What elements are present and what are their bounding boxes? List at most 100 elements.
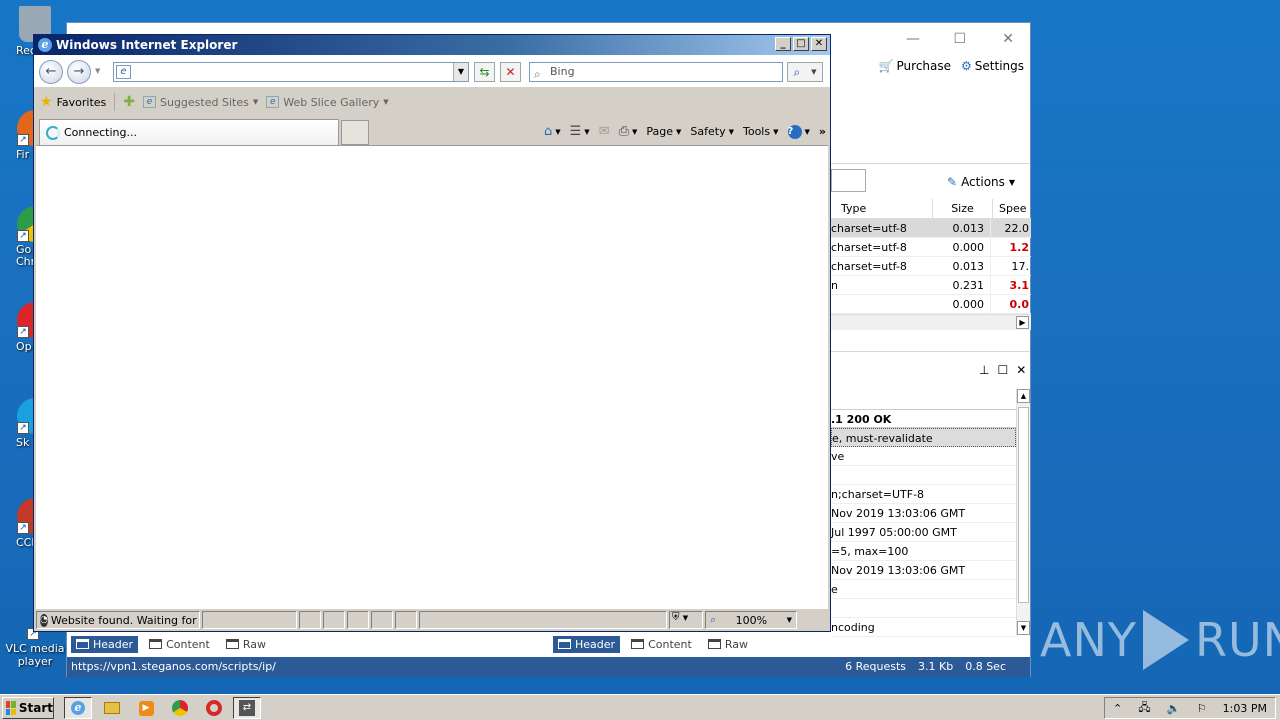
list-item[interactable] (831, 599, 1016, 618)
list-item[interactable]: e (831, 580, 1016, 599)
table-row[interactable]: n 0.231 3.1 (831, 276, 1031, 295)
minimize-button[interactable]: _ (775, 37, 791, 51)
tab-raw[interactable]: Raw (703, 636, 753, 653)
table-icon (631, 639, 645, 649)
folder-icon (104, 702, 120, 714)
list-item[interactable] (831, 466, 1016, 485)
network-icon[interactable]: 🖧 (1138, 699, 1150, 718)
table-row[interactable]: charset=utf-8 0.013 17. (831, 257, 1031, 276)
table-row[interactable]: 0.000 0.0 (831, 295, 1031, 314)
tab-header[interactable]: Header (553, 635, 621, 653)
chevron-right-icon[interactable]: ▶ (1016, 316, 1029, 329)
taskbar-explorer-button[interactable] (98, 697, 126, 719)
settings-button[interactable]: ⚙ Settings (961, 59, 1024, 73)
list-item[interactable]: ncoding (831, 618, 1016, 637)
print-button[interactable]: ⎙ ▼ (619, 124, 638, 139)
read-mail-button[interactable]: ✉ (599, 124, 610, 139)
add-favorite-button[interactable]: ✚ (123, 94, 135, 110)
list-item[interactable]: n;charset=UTF-8 (831, 485, 1016, 504)
home-button[interactable]: ⌂ ▼ (544, 124, 561, 139)
taskbar-debugger-button[interactable]: ⇄ (233, 697, 261, 719)
taskbar-opera-button[interactable] (200, 697, 228, 719)
tab-header[interactable]: Header (71, 635, 139, 653)
maximize-button[interactable]: □ (793, 37, 809, 51)
maximize-icon[interactable]: ☐ (953, 31, 966, 47)
cell-speed: 17. (1011, 260, 1030, 273)
table-row[interactable]: charset=utf-8 0.013 22.0 (831, 219, 1031, 238)
overflow-chevron-icon[interactable]: » (819, 125, 826, 138)
tab-raw[interactable]: Raw (221, 636, 271, 653)
column-type[interactable]: Type (831, 199, 933, 218)
tools-menu[interactable]: Tools ▼ (743, 125, 779, 138)
close-icon[interactable]: ✕ (1016, 363, 1026, 377)
horizontal-scrollbar[interactable]: ▶ (831, 314, 1031, 330)
list-item[interactable]: Nov 2019 13:03:06 GMT (831, 561, 1016, 580)
chevron-up-icon[interactable]: ▲ (1017, 389, 1030, 403)
vertical-scrollbar[interactable]: ▲ ▼ (1016, 389, 1030, 635)
refresh-button[interactable]: ⇆ (474, 62, 495, 82)
taskbar-chrome-button[interactable] (166, 697, 194, 719)
system-tray: ⌃ 🖧 🔈 ⚐ 1:03 PM (1104, 697, 1276, 719)
table-row[interactable]: charset=utf-8 0.000 1.2 (831, 238, 1031, 257)
recent-pages-dropdown[interactable]: ▼ (95, 67, 100, 75)
new-tab-button[interactable] (341, 120, 369, 145)
address-bar[interactable]: e ▼ (113, 62, 469, 82)
back-button[interactable]: ← (39, 60, 63, 84)
search-button[interactable]: ⌕ ▼ (787, 62, 823, 82)
start-button[interactable]: Start (2, 697, 54, 719)
tab-content[interactable]: Content (626, 636, 697, 653)
cell-speed: 22.0 (1004, 222, 1030, 235)
zoom-button[interactable]: ⌕ 100% ▼ (705, 611, 797, 629)
search-input[interactable]: ⌕ Bing (529, 62, 783, 82)
pane-controls: ⊥ ☐ ✕ (979, 363, 1026, 377)
web-slice-gallery-link[interactable]: e Web Slice Gallery ▼ (266, 96, 389, 109)
tab-label: Connecting... (64, 126, 137, 139)
taskbar-ie-button[interactable]: e (64, 697, 92, 719)
page-menu[interactable]: Page ▼ (646, 125, 681, 138)
status-cell (371, 611, 393, 629)
cell-type: charset=utf-8 (831, 241, 907, 254)
volume-icon[interactable]: 🔈 (1167, 702, 1181, 715)
safety-menu[interactable]: Safety ▼ (690, 125, 734, 138)
maximize-icon[interactable]: ☐ (997, 363, 1008, 377)
scroll-thumb[interactable] (1018, 407, 1029, 603)
page-content-area[interactable] (36, 145, 828, 609)
forward-button[interactable]: → (67, 60, 91, 84)
list-item[interactable]: Nov 2019 13:03:06 GMT (831, 504, 1016, 523)
safety-menu-label: Safety (690, 125, 726, 138)
list-item[interactable]: .1 200 OK (831, 409, 1016, 428)
address-dropdown-button[interactable]: ▼ (453, 63, 468, 81)
ie-page-icon: e (266, 96, 280, 108)
favorites-button[interactable]: ★ Favorites (40, 94, 106, 110)
protected-mode-button[interactable]: ⛨ ▼ (669, 611, 703, 629)
close-button[interactable]: ✕ (811, 37, 827, 51)
actions-button[interactable]: ✎ Actions ▼ (947, 175, 1015, 189)
filter-input[interactable] (831, 169, 866, 192)
chevron-down-icon[interactable]: ▼ (1017, 621, 1030, 635)
clock[interactable]: 1:03 PM (1223, 702, 1267, 715)
list-item[interactable]: Jul 1997 05:00:00 GMT (831, 523, 1016, 542)
list-item[interactable]: =5, max=100 (831, 542, 1016, 561)
feeds-button[interactable]: ☰ ▼ (570, 124, 590, 139)
cell-type: n (831, 279, 838, 292)
show-hidden-icons-icon[interactable]: ⌃ (1113, 702, 1122, 715)
purchase-button[interactable]: 🛒 Purchase (879, 59, 951, 73)
taskbar-media-player-button[interactable]: ▶ (132, 697, 160, 719)
action-center-flag-icon[interactable]: ⚐ (1197, 702, 1207, 715)
stop-button[interactable]: ✕ (500, 62, 521, 82)
ie-titlebar[interactable]: e Windows Internet Explorer _ □ ✕ (34, 35, 830, 55)
list-item[interactable]: e, must-revalidate (831, 428, 1016, 447)
suggested-sites-link[interactable]: e Suggested Sites ▼ (143, 96, 258, 109)
browser-tab[interactable]: Connecting... (39, 119, 339, 145)
column-speed[interactable]: Spee (993, 199, 1031, 218)
tab-content[interactable]: Content (144, 636, 215, 653)
tab-label: Content (166, 637, 210, 651)
column-size[interactable]: Size (933, 199, 993, 218)
help-menu[interactable]: ? ▼ (787, 124, 810, 139)
list-item[interactable]: ve (831, 447, 1016, 466)
close-icon[interactable]: ✕ (1002, 31, 1014, 47)
chevron-down-icon[interactable]: ▼ (811, 68, 816, 76)
status-text: Website found. Waiting for re (50, 613, 200, 627)
pin-icon[interactable]: ⊥ (979, 363, 989, 377)
minimize-icon[interactable]: — (906, 31, 920, 47)
